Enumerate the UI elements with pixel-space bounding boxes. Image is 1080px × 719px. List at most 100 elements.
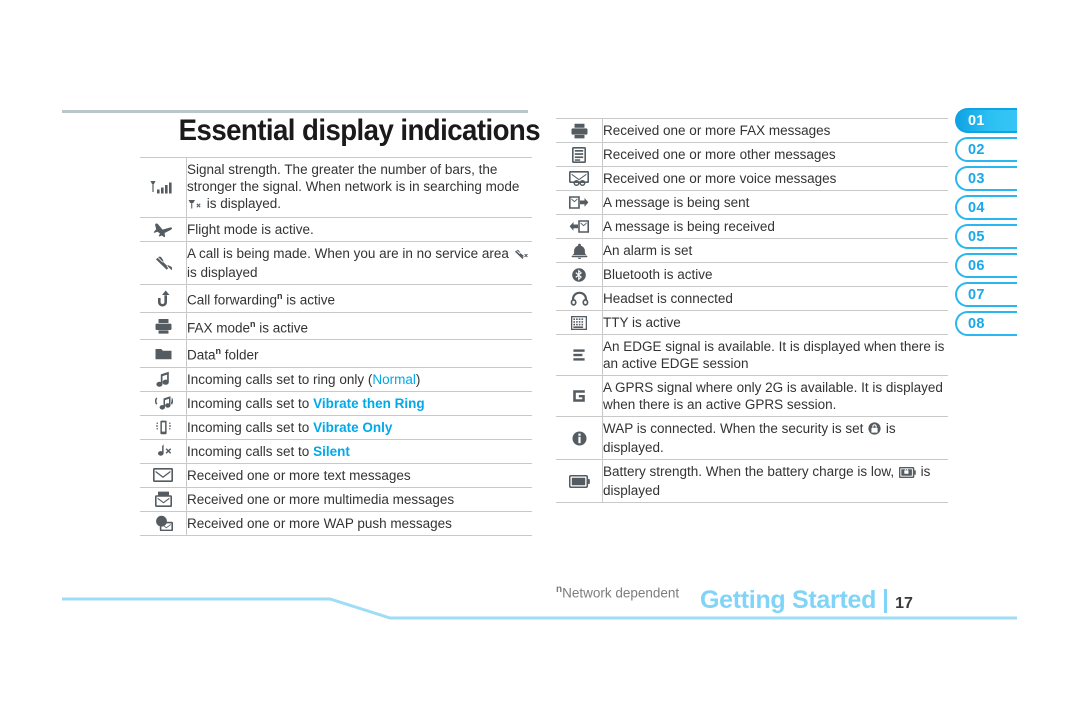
wap-security-lock-icon: [868, 422, 881, 439]
indicator-description: Flight mode is active.: [187, 218, 533, 242]
table-row: Headset is connected: [556, 286, 948, 311]
indicator-description: A call is being made. When you are in no…: [187, 242, 533, 285]
table-row: Flight mode is active.: [140, 217, 533, 242]
text-message-icon: [140, 463, 187, 487]
chapter-tab-03[interactable]: 03: [955, 166, 1017, 191]
desc-text: Incoming calls set to ring only (: [187, 371, 373, 387]
indicator-description: Received one or more WAP push messages: [187, 511, 533, 535]
flight-mode-icon: [140, 217, 187, 242]
indicator-description: Incoming calls set to Vibrate Only: [187, 415, 533, 439]
indicator-description: Received one or more voice messages: [603, 167, 949, 191]
chapter-tab-label: 03: [968, 170, 985, 187]
desc-text: An alarm is set: [603, 243, 693, 258]
desc-text-cont: folder: [221, 347, 259, 363]
desc-text: Data: [187, 347, 216, 363]
voice-message-icon: [556, 166, 603, 191]
chapter-tab-label: 08: [968, 315, 985, 332]
fax-mode-icon: [140, 312, 187, 340]
highlighted-mode-name: Normal: [372, 371, 416, 387]
desc-text: Incoming calls set to: [187, 443, 314, 459]
battery-low-icon: [898, 465, 916, 482]
desc-text: An EDGE signal is available. It is displ…: [603, 339, 945, 371]
desc-text: Incoming calls set to: [187, 395, 314, 411]
indicator-description: An EDGE signal is available. It is displ…: [603, 335, 949, 376]
desc-text: Received one or more WAP push messages: [187, 515, 452, 531]
message-receiving-icon: [556, 214, 603, 239]
bluetooth-icon: [556, 262, 603, 287]
multimedia-message-icon: [140, 487, 187, 511]
other-message-icon: [556, 142, 603, 167]
vibrate-then-ring-icon: [140, 391, 187, 415]
table-row: Received one or more voice messages: [556, 166, 949, 191]
vibrate-only-icon: [140, 415, 187, 439]
headset-icon: [556, 286, 603, 311]
highlighted-mode-name: Vibrate then Ring: [313, 395, 425, 411]
table-row: An EDGE signal is available. It is displ…: [556, 334, 949, 376]
desc-text: Incoming calls set to: [187, 419, 314, 435]
chapter-tab-01[interactable]: 01: [955, 108, 1017, 133]
desc-text-cont: is active: [282, 292, 336, 308]
indicator-description: Received one or more text messages: [187, 463, 533, 487]
page-title: Essential display indications: [178, 114, 541, 147]
table-row: Received one or more FAX messages: [556, 118, 949, 143]
message-sending-icon: [556, 190, 603, 215]
chapter-tab-label: 04: [968, 199, 985, 216]
desc-text: TTY is active: [603, 315, 681, 330]
indicator-description: WAP is connected. When the security is s…: [603, 417, 949, 460]
chapter-tab-label: 01: [968, 112, 985, 129]
no-service-call-icon: [514, 247, 529, 264]
desc-text: Received one or more text messages: [187, 467, 411, 483]
indicator-description: Signal strength. The greater the number …: [187, 158, 533, 218]
fax-message-icon: [556, 118, 603, 143]
chapter-tab-07[interactable]: 07: [955, 282, 1017, 307]
desc-text: Received one or more FAX messages: [603, 123, 831, 138]
indicator-description: Incoming calls set to Silent: [187, 439, 533, 463]
desc-text: A message is being sent: [603, 195, 750, 210]
indicator-description: A message is being received: [603, 215, 949, 239]
indicator-description: A GPRS signal where only 2G is available…: [603, 376, 949, 417]
table-row: Incoming calls set to Vibrate Only: [140, 415, 532, 439]
indicator-description: Incoming calls set to Vibrate then Ring: [187, 391, 533, 415]
chapter-tab-06[interactable]: 06: [955, 253, 1017, 278]
highlighted-mode-name: Vibrate Only: [313, 419, 393, 435]
desc-text: A message is being received: [603, 219, 775, 234]
table-row: Call forwardingn is active: [140, 284, 533, 313]
chapter-tab-05[interactable]: 05: [955, 224, 1017, 249]
table-row: An alarm is set: [556, 238, 948, 263]
indicator-description: Datan folder: [187, 340, 533, 368]
table-row: Datan folder: [140, 339, 533, 368]
desc-text: FAX mode: [187, 320, 251, 335]
desc-text: A call is being made. When you are in no…: [187, 246, 513, 261]
table-row: A message is being sent: [556, 190, 948, 215]
desc-text-cont: is active: [255, 320, 309, 335]
chapter-tab-04[interactable]: 04: [955, 195, 1017, 220]
chapter-tab-label: 02: [968, 141, 985, 158]
chapter-tab-02[interactable]: 02: [955, 137, 1017, 162]
chapter-tab-label: 05: [968, 228, 985, 245]
signal-searching-icon: [188, 197, 202, 214]
wap-push-message-icon: [140, 511, 187, 535]
chapter-tab-strip: 01 02 03 04 05 06 07 08: [955, 108, 1017, 340]
chapter-tab-label: 06: [968, 257, 985, 274]
left-indicator-table: Signal strength. The greater the number …: [140, 157, 532, 536]
footer-decorative-rules: [62, 597, 1017, 620]
highlighted-mode-name: Silent: [313, 443, 350, 459]
desc-text: Battery strength. When the battery charg…: [603, 464, 898, 479]
gprs-icon: [556, 375, 603, 417]
desc-text: WAP is connected. When the security is s…: [603, 421, 868, 436]
right-indicator-column: Received one or more FAX messages Receive…: [556, 118, 948, 503]
indicator-description: Call forwardingn is active: [187, 285, 533, 313]
indicator-description: Received one or more FAX messages: [603, 119, 949, 143]
chapter-tab-08[interactable]: 08: [955, 311, 1017, 336]
desc-text: Signal strength. The greater the number …: [187, 162, 520, 194]
desc-text: Received one or more multimedia messages: [187, 491, 455, 507]
data-folder-icon: [140, 339, 187, 367]
battery-icon: [556, 459, 603, 503]
table-row: Bluetooth is active: [556, 262, 949, 287]
tty-icon: [556, 310, 603, 335]
table-row: Received one or more WAP push messages: [140, 511, 532, 535]
edge-icon: [556, 334, 603, 376]
indicator-description: Bluetooth is active: [603, 263, 949, 287]
desc-text: Call forwarding: [187, 292, 278, 308]
table-row: Signal strength. The greater the number …: [140, 157, 533, 218]
